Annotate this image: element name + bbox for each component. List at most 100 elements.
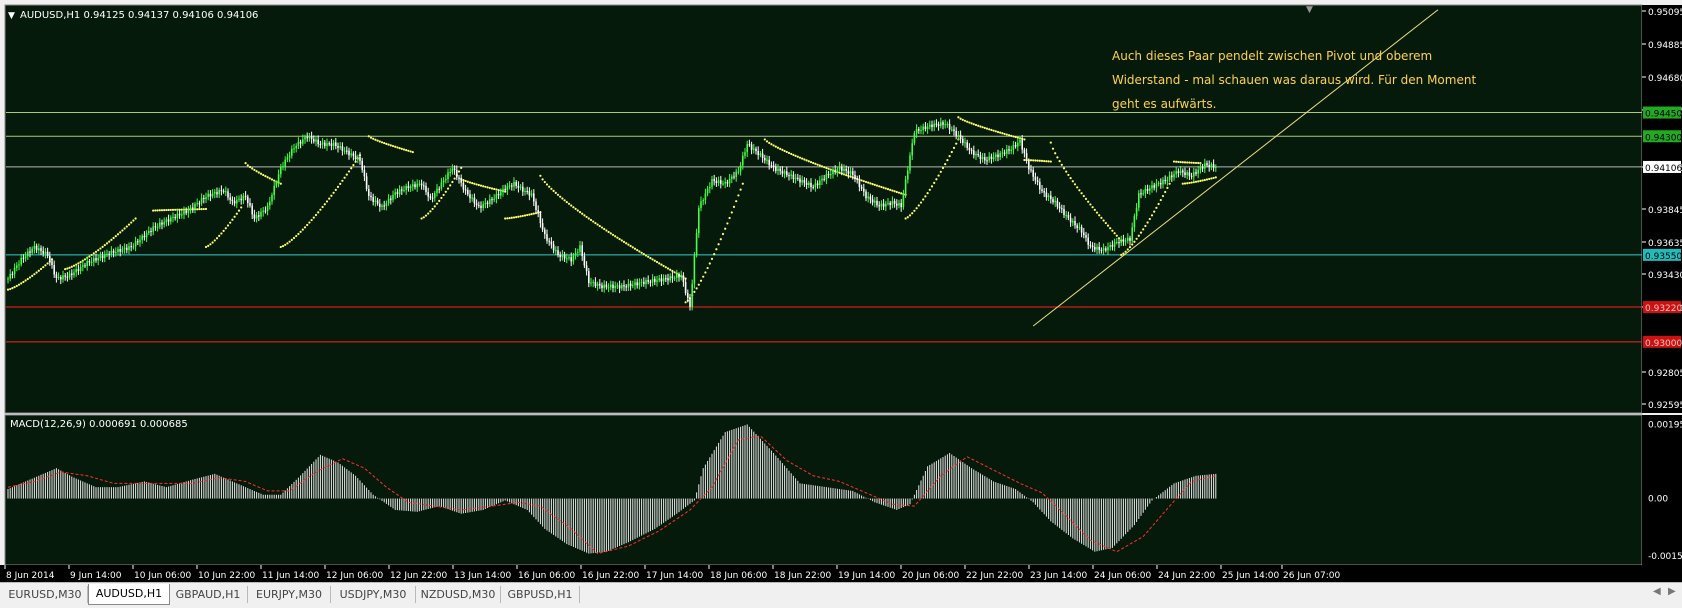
psar-dot bbox=[449, 184, 452, 187]
macd-panel[interactable] bbox=[4, 414, 1643, 566]
candle-body bbox=[462, 182, 465, 190]
chart-tab[interactable]: EURJPY,M30 bbox=[248, 586, 331, 603]
candle-body bbox=[937, 124, 940, 126]
candle-body bbox=[9, 274, 11, 279]
candle-body bbox=[1116, 242, 1118, 244]
psar-dot bbox=[970, 122, 973, 125]
candle-body bbox=[489, 199, 491, 204]
candle-body bbox=[339, 146, 341, 148]
candle-body bbox=[458, 177, 460, 180]
psar-dot bbox=[295, 234, 298, 238]
tab-scroll-right-icon[interactable]: ▶ bbox=[1668, 586, 1676, 597]
psar-dot bbox=[1098, 214, 1101, 217]
chart-tab[interactable]: AUDUSD,H1 bbox=[88, 584, 170, 605]
psar-dot bbox=[1166, 186, 1169, 189]
psar-dot bbox=[919, 201, 923, 204]
candle-body bbox=[621, 285, 623, 289]
psar-dot bbox=[339, 182, 342, 185]
tab-scroll-left-icon[interactable]: ◀ bbox=[1653, 586, 1661, 597]
candle-body bbox=[634, 282, 636, 286]
psar-dot bbox=[1214, 176, 1217, 179]
psar-dot bbox=[90, 253, 93, 257]
candle-body bbox=[1102, 248, 1105, 251]
psar-dot bbox=[952, 146, 956, 149]
shift-marker-icon[interactable]: ▼ bbox=[1306, 5, 1313, 15]
candle-body bbox=[33, 245, 36, 249]
candle-body bbox=[1168, 175, 1171, 180]
candle-body bbox=[1215, 166, 1217, 168]
psar-dot bbox=[807, 160, 810, 163]
candle-body bbox=[84, 265, 86, 267]
chart-tab[interactable]: GBPUSD,H1 bbox=[501, 586, 580, 603]
psar-dot bbox=[880, 185, 883, 189]
candle-body bbox=[229, 197, 231, 200]
candle-body bbox=[517, 185, 520, 188]
psar-dot bbox=[875, 184, 879, 187]
psar-dot bbox=[1080, 192, 1083, 195]
psar-dot bbox=[776, 146, 780, 149]
psar-dot bbox=[1177, 160, 1180, 164]
candle-body bbox=[106, 253, 108, 255]
psar-dot bbox=[1126, 248, 1129, 251]
candle-body bbox=[755, 148, 757, 152]
candle-body bbox=[792, 174, 795, 180]
candle-body bbox=[71, 273, 73, 276]
macd-header: MACD(12,26,9) 0.000691 0.000685 bbox=[10, 419, 188, 430]
candle-body bbox=[533, 193, 535, 202]
macd-tick-label: 0.001956 bbox=[1648, 420, 1682, 430]
psar-dot bbox=[1144, 224, 1147, 228]
psar-dot bbox=[237, 209, 241, 212]
candle-body bbox=[442, 180, 445, 183]
chart-tab[interactable]: EURUSD,M30 bbox=[3, 586, 88, 603]
candle-body bbox=[220, 190, 223, 192]
chart-tab[interactable]: NZDUSD,M30 bbox=[416, 586, 501, 603]
mt4-terminal: ▼ AUDUSD,H1 0.94125 0.94137 0.94106 0.94… bbox=[0, 4, 1682, 582]
psar-dot bbox=[631, 246, 634, 249]
macd-axis[interactable] bbox=[1642, 415, 1682, 565]
psar-dot bbox=[1049, 141, 1052, 144]
psar-dot bbox=[572, 206, 575, 209]
chart-tab[interactable]: USDJPY,M30 bbox=[331, 586, 416, 603]
candle-body bbox=[330, 143, 333, 146]
psar-dot bbox=[627, 243, 630, 246]
candle-body bbox=[385, 203, 388, 207]
candle-body bbox=[711, 179, 713, 187]
time-tick-label: 8 Jun 2014 bbox=[6, 571, 55, 581]
time-tick-label: 24 Jun 22:00 bbox=[1158, 571, 1215, 581]
candle-body bbox=[695, 233, 698, 256]
candle-body bbox=[383, 205, 385, 207]
candle-body bbox=[687, 293, 689, 298]
candle-body bbox=[396, 192, 399, 194]
psar-dot bbox=[207, 244, 210, 247]
candle-body bbox=[104, 253, 106, 259]
psar-dot bbox=[1089, 203, 1092, 206]
candle-body bbox=[625, 286, 627, 288]
main-chart-panel[interactable] bbox=[4, 4, 1643, 414]
candle-body bbox=[1034, 176, 1037, 181]
psar-dot bbox=[420, 217, 423, 220]
psar-dot bbox=[699, 279, 703, 282]
candle-body bbox=[1100, 249, 1103, 251]
collapse-arrow-icon[interactable]: ▼ bbox=[8, 11, 15, 21]
main-panel-header: AUDUSD,H1 0.94125 0.94137 0.94106 0.9410… bbox=[20, 10, 258, 21]
psar-dot bbox=[798, 156, 802, 159]
psar-dot bbox=[196, 208, 199, 211]
psar-dot bbox=[402, 148, 406, 151]
psar-dot bbox=[1040, 159, 1044, 163]
price-level-tag: 0.93000 bbox=[1645, 339, 1682, 349]
psar-dot bbox=[1056, 156, 1059, 159]
psar-dot bbox=[1159, 198, 1162, 202]
chart-tab[interactable]: GBPAUD,H1 bbox=[169, 586, 248, 603]
price-level-tag: 0.93550 bbox=[1645, 252, 1682, 262]
candle-body bbox=[673, 277, 676, 279]
candle-body bbox=[337, 145, 339, 148]
psar-dot bbox=[268, 177, 271, 180]
psar-dot bbox=[1104, 221, 1107, 225]
psar-dot bbox=[1164, 190, 1167, 194]
candle-body bbox=[825, 174, 828, 180]
psar-dot bbox=[867, 181, 870, 184]
candle-body bbox=[1050, 195, 1052, 200]
candle-body bbox=[218, 190, 220, 195]
psar-dot bbox=[292, 236, 296, 240]
candle-body bbox=[772, 165, 775, 167]
